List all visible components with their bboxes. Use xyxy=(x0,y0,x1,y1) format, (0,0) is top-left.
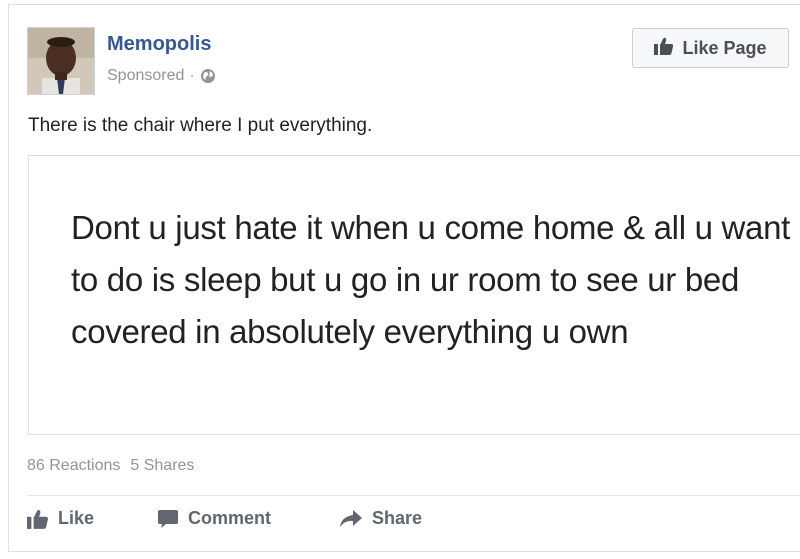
actions-divider xyxy=(27,495,800,496)
shares-count[interactable]: 5 Shares xyxy=(130,457,194,475)
reactions-count[interactable]: 86 Reactions xyxy=(27,457,120,475)
globe-icon[interactable] xyxy=(200,68,216,84)
thumbs-up-icon xyxy=(654,37,674,60)
share-arrow-icon xyxy=(339,509,363,529)
post-text: There is the chair where I put everythin… xyxy=(28,115,373,136)
sponsored-label[interactable]: Sponsored xyxy=(107,67,184,85)
meta-separator: · xyxy=(189,67,195,84)
sponsored-post-card: Memopolis Sponsored · Like Page There is… xyxy=(8,4,800,552)
image-text: Dont u just hate it when u come home & a… xyxy=(71,209,791,350)
engagement-stats: 86 Reactions 5 Shares xyxy=(27,457,194,475)
like-label: Like xyxy=(58,508,95,528)
post-image[interactable]: Dont u just hate it when u come home & a… xyxy=(28,155,800,435)
comment-icon xyxy=(157,509,179,529)
page-name-link[interactable]: Memopolis xyxy=(107,33,211,56)
post-meta: Sponsored · xyxy=(107,67,216,85)
like-page-button[interactable]: Like Page xyxy=(632,28,789,68)
share-button[interactable]: Share xyxy=(339,508,422,529)
action-bar: Like Comment Share xyxy=(27,508,422,529)
like-button[interactable]: Like xyxy=(27,508,157,529)
comment-button[interactable]: Comment xyxy=(157,508,339,529)
page-avatar[interactable] xyxy=(27,27,95,95)
like-page-label: Like Page xyxy=(682,37,767,58)
share-label: Share xyxy=(372,508,423,528)
comment-label: Comment xyxy=(188,508,272,528)
thumbs-up-icon xyxy=(27,509,49,529)
